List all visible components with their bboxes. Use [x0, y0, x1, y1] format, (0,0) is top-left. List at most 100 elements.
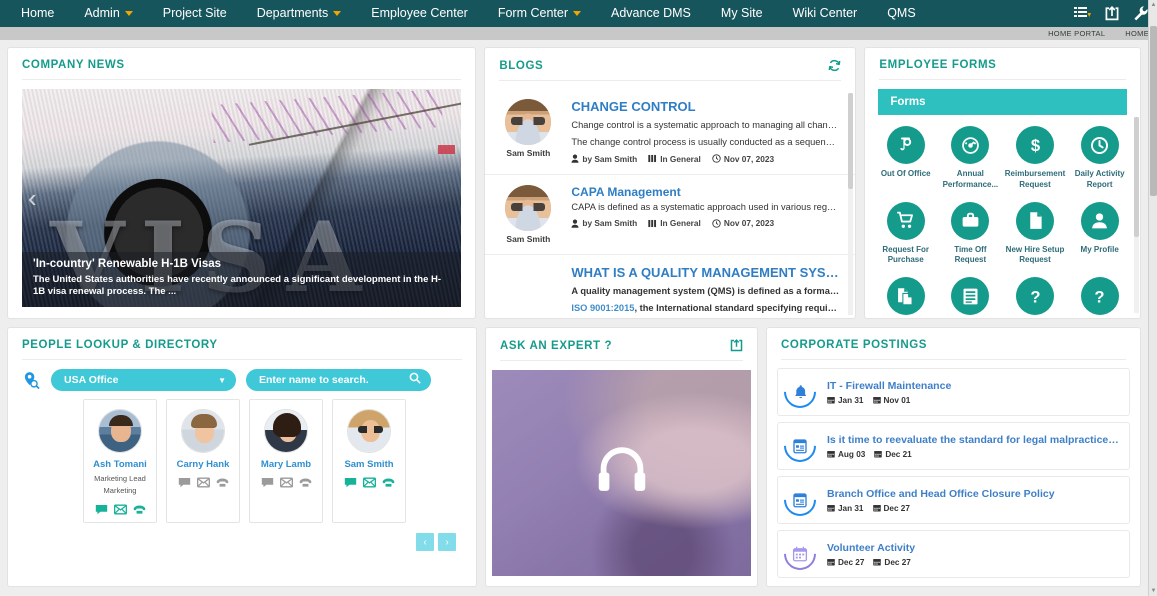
nav-item-qms[interactable]: QMS [872, 0, 930, 27]
people-card-name[interactable]: Ash Tomani [88, 459, 152, 470]
nav-item-advance-dms[interactable]: Advance DMS [596, 0, 706, 27]
company-news-excerpt: The United States authorities have recen… [33, 274, 450, 298]
chat-icon[interactable] [344, 477, 357, 488]
form-tile-mileage-reimbursement[interactable]: Mileage Reimbursement [873, 274, 938, 315]
corporate-posting-item[interactable]: Is it time to reevaluate the standard fo… [777, 422, 1130, 470]
iso-link[interactable]: ISO 9001:2015 [571, 303, 634, 313]
nav-item-my-site[interactable]: My Site [706, 0, 778, 27]
blog-title[interactable]: CAPA Management [571, 185, 839, 199]
phone-icon[interactable] [133, 504, 146, 515]
nav-item-employee-center[interactable]: Employee Center [356, 0, 483, 27]
external-link-icon[interactable] [730, 339, 743, 352]
form-tile-request-for-purchase[interactable]: Request For Purchase [873, 199, 938, 273]
people-card-list: Ash TomaniMarketing LeadMarketingCarny H… [8, 391, 476, 523]
refresh-icon[interactable] [828, 59, 841, 72]
form-tile-time-off-request[interactable]: Time Off Request [938, 199, 1003, 273]
nav-item-home[interactable]: Home [6, 0, 69, 27]
posting-title[interactable]: Volunteer Activity [827, 542, 1119, 554]
people-card-dept: Marketing [88, 485, 152, 497]
people-next-button[interactable]: › [438, 533, 456, 551]
people-card-name[interactable]: Carny Hank [171, 459, 235, 470]
office-select[interactable]: USA Office ▼ [51, 369, 236, 391]
phone-icon[interactable] [216, 477, 229, 488]
divider [879, 79, 1126, 80]
blog-title[interactable]: WHAT IS A QUALITY MANAGEMENT SYSTEM (Q..… [571, 265, 839, 280]
search-icon[interactable] [409, 371, 421, 389]
form-tile-my-profile[interactable]: My Profile [1067, 199, 1132, 273]
people-lookup-panel: PEOPLE LOOKUP & DIRECTORY USA Office ▼ [7, 327, 477, 587]
people-prev-button[interactable]: ‹ [416, 533, 434, 551]
people-card[interactable]: Carny Hank [166, 399, 240, 523]
people-controls: USA Office ▼ [8, 360, 476, 391]
corporate-posting-item[interactable]: Branch Office and Head Office Closure Po… [777, 476, 1130, 524]
nav-item-project-site[interactable]: Project Site [148, 0, 242, 27]
posting-body: Volunteer ActivityDec 27Dec 27 [827, 542, 1119, 567]
blog-author-name: Sam Smith [497, 234, 559, 244]
dashboard-row-top: COMPANY NEWS VISA ‹ 'In-country' Renewab… [7, 47, 1141, 319]
people-card[interactable]: Mary Lamb [249, 399, 323, 523]
blog-title[interactable]: CHANGE CONTROL [571, 99, 839, 114]
mail-icon[interactable] [197, 477, 210, 488]
nav-item-label: Home [21, 0, 54, 27]
corporate-posting-item[interactable]: Volunteer ActivityDec 27Dec 27 [777, 530, 1130, 578]
posting-start-date: Aug 03 [827, 450, 865, 459]
posting-end-date: Nov 01 [873, 396, 911, 405]
ask-an-expert-image[interactable] [492, 370, 751, 576]
form-tile-out-of-office[interactable]: Out Of Office [873, 123, 938, 197]
mail-icon[interactable] [280, 477, 293, 488]
visa-red-accent [438, 145, 455, 154]
corporate-posting-item[interactable]: IT - Firewall Maintenance Jan 31 Nov 01 [777, 368, 1130, 416]
chat-icon[interactable] [178, 477, 191, 488]
blogs-scroll-area[interactable]: Sam SmithCHANGE CONTROLChange control is… [485, 89, 855, 318]
corporate-postings-list: IT - Firewall Maintenance Jan 31 Nov 01 Is … [767, 360, 1140, 578]
chat-icon[interactable] [261, 477, 274, 488]
company-news-image[interactable]: VISA ‹ 'In-country' Renewable H-1B Visas… [22, 89, 461, 307]
people-card-name[interactable]: Mary Lamb [254, 459, 318, 470]
phone-icon[interactable] [299, 477, 312, 488]
people-card-name[interactable]: Sam Smith [337, 459, 401, 470]
wrench-settings-icon[interactable] [1133, 5, 1149, 22]
document-icon [1016, 202, 1054, 240]
blogs-scrollbar[interactable] [848, 93, 853, 315]
forms-scrollbar[interactable] [1134, 117, 1139, 313]
chat-icon[interactable] [95, 504, 108, 515]
bell-icon [792, 384, 809, 401]
question-icon: ? [1081, 277, 1119, 315]
posting-title[interactable]: IT - Firewall Maintenance [827, 380, 1119, 392]
mail-icon[interactable] [114, 504, 127, 515]
form-tile-annual-performance[interactable]: Annual Performance... [938, 123, 1003, 197]
people-card[interactable]: Ash TomaniMarketing LeadMarketing [83, 399, 157, 523]
list-menu-icon[interactable] [1074, 6, 1091, 21]
nav-item-departments[interactable]: Departments [242, 0, 357, 27]
forms-scroll-area[interactable]: Out Of OfficeAnnual Performance...$Reimb… [865, 115, 1140, 315]
form-tile-reimbursement-request[interactable]: $Reimbursement Request [1003, 123, 1068, 197]
nav-item-wiki-center[interactable]: Wiki Center [778, 0, 873, 27]
company-news-prev-arrow[interactable]: ‹ [28, 185, 37, 211]
posting-title[interactable]: Branch Office and Head Office Closure Po… [827, 488, 1119, 500]
posting-start-date: Jan 31 [827, 396, 864, 405]
people-search-field[interactable] [246, 369, 431, 391]
share-export-icon[interactable] [1104, 6, 1120, 22]
blogs-panel: BLOGS Sam SmithCHANGE CONTROLChange cont… [484, 47, 856, 319]
people-header: PEOPLE LOOKUP & DIRECTORY [8, 328, 476, 359]
forms-section-bar[interactable]: Forms [878, 89, 1127, 115]
people-card-actions [254, 477, 318, 488]
blog-item[interactable]: Sam SmithCHANGE CONTROLChange control is… [485, 89, 855, 175]
blog-item[interactable]: Sam SmithCAPA ManagementCAPA is defined … [485, 175, 855, 255]
form-tile-report-a-problem[interactable]: ?Report A Problem [1003, 274, 1068, 315]
form-tile-portal-feedback[interactable]: Portal Feedback [938, 274, 1003, 315]
company-news-header: COMPANY NEWS [8, 48, 475, 79]
nav-item-form-center[interactable]: Form Center [483, 0, 596, 27]
form-tile-new-hire-setup-request[interactable]: New Hire Setup Request [1003, 199, 1068, 273]
nav-item-admin[interactable]: Admin [69, 0, 147, 27]
blog-item[interactable]: WHAT IS A QUALITY MANAGEMENT SYSTEM (Q..… [485, 255, 855, 318]
people-search-input[interactable] [259, 374, 409, 386]
form-tile-daily-activity-report[interactable]: Daily Activity Report [1067, 123, 1132, 197]
form-tile-it-help-desk-cases[interactable]: ?IT Help Desk Cases [1067, 274, 1132, 315]
form-tile-label: Time Off Request [939, 245, 1002, 267]
posting-title[interactable]: Is it time to reevaluate the standard fo… [827, 434, 1119, 446]
mail-icon[interactable] [363, 477, 376, 488]
phone-icon[interactable] [382, 477, 395, 488]
user-icon [1081, 202, 1119, 240]
people-card[interactable]: Sam Smith [332, 399, 406, 523]
